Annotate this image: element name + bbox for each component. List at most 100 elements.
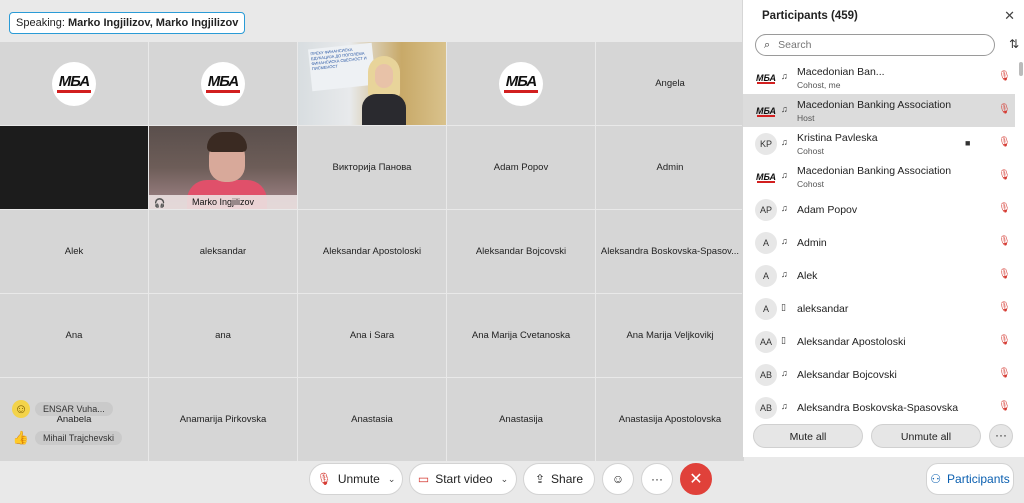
muted-mic-icon[interactable]: 🎙: [998, 104, 1011, 115]
participant-row[interactable]: A ♫ Admin 🎙: [743, 226, 1015, 259]
video-tile[interactable]: Ana: [0, 294, 148, 377]
participant-search[interactable]: ⌕: [755, 34, 995, 56]
participant-role: Cohost: [797, 179, 824, 189]
video-tile[interactable]: Angela: [596, 42, 744, 125]
muted-mic-icon[interactable]: 🎙: [998, 170, 1011, 181]
muted-mic-icon[interactable]: 🎙: [998, 368, 1011, 379]
scrollbar[interactable]: [1019, 62, 1023, 76]
video-tile[interactable]: Aleksandar Apostoloski: [298, 210, 446, 293]
participant-row[interactable]: A ♫ Alek 🎙: [743, 259, 1015, 292]
participant-name: aleksandar: [797, 303, 849, 315]
avatar: AB: [755, 397, 777, 419]
participant-name: Adam Popov: [797, 204, 858, 216]
participant-row[interactable]: AB ♫ Aleksandra Boskovska-Spasovska 🎙: [743, 391, 1015, 424]
start-video-button[interactable]: ▭ Start video ⌄: [409, 463, 517, 495]
participant-row[interactable]: AP ♫ Adam Popov 🎙: [743, 193, 1015, 226]
video-tile[interactable]: Викторија Панова: [298, 126, 446, 209]
participant-video: ПРЕКУ ФИНАНСИСКА ЕДУКАЦИЈА ДО ПОГОЛЕМА Ф…: [298, 42, 446, 125]
video-tile[interactable]: МБА: [447, 42, 595, 125]
video-tile[interactable]: Ana i Sara: [298, 294, 446, 377]
video-tile[interactable]: МБА: [149, 42, 297, 125]
participant-row[interactable]: МБА ♫ Macedonian Banking Association Host 🎙: [743, 94, 1015, 127]
video-tile[interactable]: 🎧 Marko Ingjilizov: [149, 126, 297, 209]
participant-name: Marko Ingjilizov: [191, 197, 255, 207]
unmute-button[interactable]: 🎙 Unmute ⌄: [309, 463, 403, 495]
participant-name: Ana: [65, 330, 83, 341]
video-tile[interactable]: [0, 126, 148, 209]
headset-icon: ♫: [781, 401, 788, 411]
muted-mic-icon[interactable]: 🎙: [998, 203, 1011, 214]
more-options-button[interactable]: ···: [641, 463, 673, 495]
video-tile[interactable]: ПРЕКУ ФИНАНСИСКА ЕДУКАЦИЈА ДО ПОГОЛЕМА Ф…: [298, 42, 446, 125]
video-tile[interactable]: Ana Marija Veljkovikj: [596, 294, 744, 377]
search-input[interactable]: [776, 38, 971, 52]
participant-name: Aleksandar Bojcovski: [797, 369, 897, 381]
muted-mic-icon[interactable]: 🎙: [998, 302, 1011, 313]
participant-row[interactable]: A ▯ aleksandar 🎙: [743, 292, 1015, 325]
participant-name: Anastasia: [351, 414, 393, 425]
video-tile[interactable]: Aleksandar Bojcovski: [447, 210, 595, 293]
video-tile[interactable]: Adam Popov: [447, 126, 595, 209]
share-icon: ⇪: [534, 472, 546, 486]
participant-name: aleksandar: [199, 246, 247, 257]
participants-button[interactable]: ⚇ Participants: [926, 463, 1014, 495]
participant-row[interactable]: AB ♫ Aleksandar Bojcovski 🎙: [743, 358, 1015, 391]
video-tile[interactable]: Anabela: [0, 378, 148, 461]
participant-role: Cohost, me: [797, 80, 841, 90]
participant-name: Ana Marija Veljkovikj: [626, 330, 714, 341]
participant-role: Host: [797, 113, 815, 123]
muted-mic-icon[interactable]: 🎙: [998, 269, 1011, 280]
avatar: A: [755, 298, 777, 320]
muted-mic-icon[interactable]: 🎙: [998, 236, 1011, 247]
participant-name: Викторија Панова: [332, 162, 412, 173]
video-tile[interactable]: МБА: [0, 42, 148, 125]
participant-name: Aleksandar Apostoloski: [797, 336, 906, 348]
participant-name: Admin: [797, 237, 827, 249]
leave-meeting-button[interactable]: ✕: [680, 463, 712, 495]
video-tile[interactable]: Alek: [0, 210, 148, 293]
participant-name: Ana Marija Cvetanoska: [471, 330, 571, 341]
chevron-down-icon[interactable]: ⌄: [388, 474, 396, 485]
participant-row[interactable]: МБА ♫ Macedonian Banking Association Cohost…: [743, 160, 1015, 193]
share-label: Share: [551, 472, 584, 486]
reactions-button[interactable]: ☺: [602, 463, 634, 495]
reaction-name: ENSAR Vuha...: [35, 402, 113, 416]
logo-text: МБА: [58, 73, 90, 90]
video-tile[interactable]: Anamarija Pirkovska: [149, 378, 297, 461]
avatar: МБА: [755, 100, 777, 122]
close-icon[interactable]: ✕: [1004, 8, 1015, 24]
video-tile[interactable]: Admin: [596, 126, 744, 209]
muted-mic-icon[interactable]: 🎙: [998, 401, 1011, 412]
muted-mic-icon[interactable]: 🎙: [998, 137, 1011, 148]
participant-name: Alek: [64, 246, 84, 257]
video-off-icon: ▭: [417, 472, 430, 486]
sort-icon[interactable]: ⇅: [1009, 37, 1019, 51]
start-video-label: Start video: [435, 472, 493, 486]
panel-title: Participants (459): [762, 10, 858, 22]
chevron-down-icon[interactable]: ⌄: [501, 474, 509, 485]
headset-icon: ♫: [781, 236, 788, 246]
headset-icon: ♫: [781, 71, 788, 81]
muted-mic-icon: 🎙: [316, 472, 332, 486]
participant-name: Angela: [655, 78, 685, 89]
mute-all-button[interactable]: Mute all: [753, 424, 863, 448]
video-tile[interactable]: Aleksandra Boskovska-Spasov...: [596, 210, 744, 293]
participant-row[interactable]: AA ▯ Aleksandar Apostoloski 🎙: [743, 325, 1015, 358]
video-tile[interactable]: Ana Marija Cvetanoska: [447, 294, 595, 377]
share-button[interactable]: ⇪ Share: [523, 463, 595, 495]
video-tile[interactable]: Anastasija Apostolovska: [596, 378, 744, 461]
smile-emoji-icon: ☺: [12, 400, 30, 418]
participant-row[interactable]: МБА ♫ Macedonian Ban... Cohost, me 🎙: [743, 61, 1015, 94]
muted-mic-icon[interactable]: 🎙: [998, 71, 1011, 82]
panel-more-button[interactable]: ···: [989, 424, 1013, 448]
video-tile[interactable]: Anastasia: [298, 378, 446, 461]
unmute-all-button[interactable]: Unmute all: [871, 424, 981, 448]
muted-mic-icon[interactable]: 🎙: [998, 335, 1011, 346]
video-tile[interactable]: Anastasija: [447, 378, 595, 461]
logo-text: МБА: [505, 73, 537, 90]
participant-row[interactable]: KP ♫ Kristina Pavleska Cohost ■ 🎙: [743, 127, 1015, 160]
video-tile[interactable]: aleksandar: [149, 210, 297, 293]
video-tile[interactable]: ana: [149, 294, 297, 377]
avatar: AA: [755, 331, 777, 353]
mba-logo: МБА: [201, 61, 245, 106]
